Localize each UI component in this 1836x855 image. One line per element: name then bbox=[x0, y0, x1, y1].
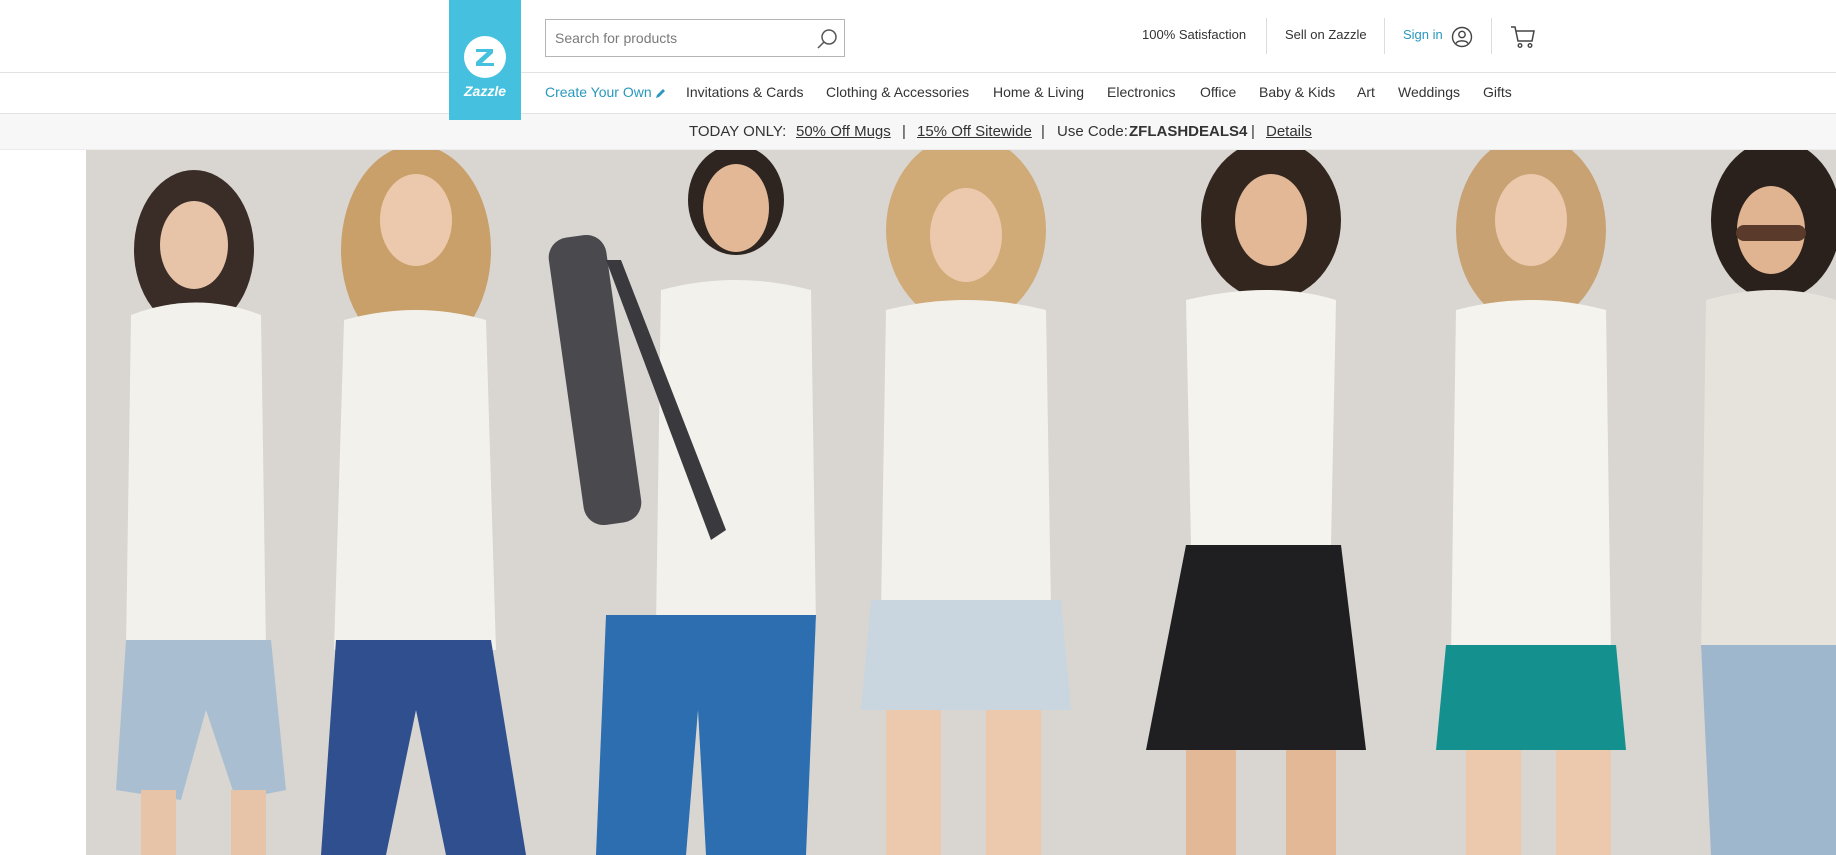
nav-art[interactable]: Art bbox=[1357, 84, 1375, 100]
promo-code: ZFLASHDEALS4 bbox=[1129, 123, 1248, 140]
promo-separator: | bbox=[1041, 123, 1045, 140]
main-nav: Create Your Own Invitations & Cards Clot… bbox=[0, 73, 1836, 113]
nav-home-living[interactable]: Home & Living bbox=[993, 84, 1084, 100]
zazzle-logo-mark bbox=[464, 36, 506, 78]
satisfaction-link[interactable]: 100% Satisfaction bbox=[1142, 27, 1246, 42]
search-input[interactable] bbox=[546, 20, 806, 56]
cart-icon[interactable] bbox=[1510, 24, 1536, 50]
zazzle-logo[interactable]: Zazzle bbox=[449, 0, 521, 120]
search-box bbox=[545, 19, 845, 57]
nav-electronics[interactable]: Electronics bbox=[1107, 84, 1175, 100]
promo-offer-sitewide-link[interactable]: 15% Off Sitewide bbox=[917, 123, 1032, 140]
sign-in-link[interactable]: Sign in bbox=[1403, 27, 1443, 42]
sell-on-zazzle-link[interactable]: Sell on Zazzle bbox=[1285, 27, 1367, 42]
nav-gifts[interactable]: Gifts bbox=[1483, 84, 1512, 100]
zazzle-logo-text: Zazzle bbox=[463, 83, 506, 99]
promo-label: TODAY ONLY: bbox=[689, 123, 787, 140]
hero-model bbox=[1436, 150, 1626, 855]
nav-baby-kids[interactable]: Baby & Kids bbox=[1259, 84, 1335, 100]
pencil-icon bbox=[655, 88, 665, 98]
search-icon[interactable] bbox=[814, 26, 840, 52]
user-icon[interactable] bbox=[1451, 26, 1473, 48]
nav-weddings[interactable]: Weddings bbox=[1398, 84, 1460, 100]
nav-create-your-own-label: Create Your Own bbox=[545, 84, 652, 100]
nav-invitations-cards[interactable]: Invitations & Cards bbox=[686, 84, 804, 100]
nav-clothing-accessories[interactable]: Clothing & Accessories bbox=[826, 84, 969, 100]
hero-image-models bbox=[86, 150, 1836, 855]
utility-divider bbox=[1384, 18, 1385, 54]
promo-code-label: Use Code: bbox=[1057, 123, 1128, 140]
promo-bar: TODAY ONLY: 50% Off Mugs | 15% Off Sitew… bbox=[0, 114, 1836, 150]
promo-details-link[interactable]: Details bbox=[1266, 123, 1312, 140]
nav-create-your-own[interactable]: Create Your Own bbox=[545, 84, 666, 100]
hero-banner[interactable] bbox=[86, 150, 1836, 855]
promo-offer-mugs-link[interactable]: 50% Off Mugs bbox=[796, 123, 891, 140]
promo-separator: | bbox=[1251, 123, 1255, 140]
promo-separator: | bbox=[902, 123, 906, 140]
nav-office[interactable]: Office bbox=[1200, 84, 1236, 100]
utility-divider bbox=[1491, 18, 1492, 54]
utility-divider bbox=[1266, 18, 1267, 54]
hero-model bbox=[1701, 150, 1836, 855]
